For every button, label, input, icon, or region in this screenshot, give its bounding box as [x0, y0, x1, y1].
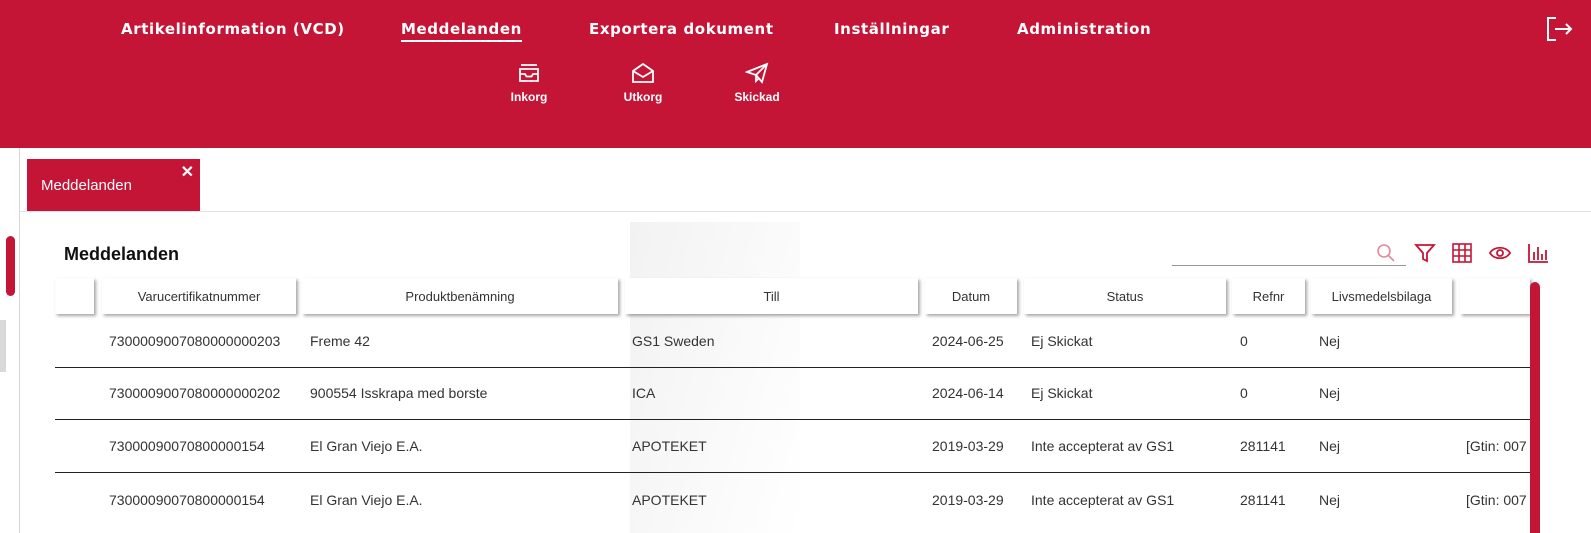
- logout-icon[interactable]: [1545, 15, 1573, 43]
- eye-icon[interactable]: [1489, 242, 1511, 264]
- subnav-utkorg-label: Utkorg: [623, 90, 663, 104]
- cell-livsmedelsbilaga: Nej: [1319, 385, 1341, 401]
- cell-varucertifikatnummer: 7300009007080000000202: [109, 385, 281, 401]
- subnav-skickad-label: Skickad: [734, 90, 780, 104]
- table-row[interactable]: 7300009007080000000203 Freme 42 GS1 Swed…: [55, 315, 1530, 368]
- tab-bar: Meddelanden ✕: [20, 148, 1591, 212]
- tab-label: Meddelanden: [41, 177, 132, 194]
- cell-till: ICA: [632, 385, 656, 401]
- cell-livsmedelsbilaga: Nej: [1319, 333, 1341, 349]
- grid-icon[interactable]: [1451, 242, 1473, 264]
- cell-extra: [Gtin: 007: [1466, 491, 1527, 508]
- nav-item-exportera-dokument[interactable]: Exportera dokument: [589, 20, 774, 38]
- bar-chart-icon[interactable]: [1527, 242, 1549, 264]
- cell-refnr: 0: [1240, 333, 1248, 349]
- column-header-produktbenamning[interactable]: Produktbenämning: [302, 278, 618, 314]
- cell-livsmedelsbilaga: Nej: [1319, 438, 1341, 454]
- cell-refnr: 281141: [1240, 438, 1286, 454]
- cell-status: Ej Skickat: [1031, 333, 1093, 349]
- column-header-select[interactable]: [55, 278, 94, 314]
- cell-varucertifikatnummer: 73000090070800000154: [109, 491, 265, 508]
- cell-livsmedelsbilaga: Nej: [1319, 491, 1341, 508]
- cell-produktbenamning: Freme 42: [310, 333, 370, 349]
- cell-till: APOTEKET: [632, 438, 707, 454]
- table-row[interactable]: 73000090070800000154 El Gran Viejo E.A. …: [55, 420, 1530, 473]
- cell-datum: 2024-06-14: [932, 385, 1004, 401]
- subnav-inkorg-label: Inkorg: [510, 90, 548, 104]
- nav-item-artikelinformation[interactable]: Artikelinformation (VCD): [121, 20, 345, 38]
- envelope-open-icon: [632, 62, 654, 83]
- filter-icon[interactable]: [1414, 242, 1436, 264]
- sidebar-toggle-handle[interactable]: [6, 236, 15, 296]
- column-header-livsmedelsbilaga[interactable]: Livsmedelsbilaga: [1311, 278, 1452, 314]
- column-header-varucertifikatnummer[interactable]: Varucertifikatnummer: [102, 278, 296, 314]
- cell-varucertifikatnummer: 73000090070800000154: [109, 438, 265, 454]
- cell-refnr: 0: [1240, 385, 1248, 401]
- cell-refnr: 281141: [1240, 491, 1286, 508]
- search-icon[interactable]: [1376, 243, 1396, 263]
- table-scrollbar[interactable]: [1530, 282, 1540, 533]
- cell-produktbenamning: 900554 Isskrapa med borste: [310, 385, 488, 401]
- column-header-status[interactable]: Status: [1024, 278, 1226, 314]
- subnav-inkorg[interactable]: Inkorg: [489, 62, 569, 104]
- table-row[interactable]: 7300009007080000000202 900554 Isskrapa m…: [55, 367, 1530, 420]
- column-header-extra[interactable]: [1460, 278, 1530, 314]
- cell-produktbenamning: El Gran Viejo E.A.: [310, 438, 423, 454]
- sidebar-grey-marker: [0, 320, 6, 372]
- cell-varucertifikatnummer: 7300009007080000000203: [109, 333, 281, 349]
- tab-meddelanden[interactable]: Meddelanden ✕: [27, 159, 200, 211]
- paper-plane-icon: [745, 62, 769, 84]
- nav-item-meddelanden[interactable]: Meddelanden: [401, 20, 522, 42]
- subnav-utkorg[interactable]: Utkorg: [603, 62, 683, 104]
- inbox-icon: [519, 64, 539, 82]
- column-header-refnr[interactable]: Refnr: [1232, 278, 1305, 314]
- nav-item-installningar[interactable]: Inställningar: [834, 20, 949, 38]
- subnav-skickad[interactable]: Skickad: [717, 62, 797, 104]
- column-header-till[interactable]: Till: [625, 278, 918, 314]
- cell-till: GS1 Sweden: [632, 333, 715, 349]
- cell-datum: 2019-03-29: [932, 491, 1004, 508]
- table-row[interactable]: 73000090070800000154 El Gran Viejo E.A. …: [55, 473, 1530, 526]
- cell-till: APOTEKET: [632, 491, 707, 508]
- cell-status: Inte accepterat av GS1: [1031, 491, 1175, 508]
- cell-status: Inte accepterat av GS1: [1031, 438, 1175, 454]
- cell-datum: 2019-03-29: [932, 438, 1004, 454]
- search-field: [1172, 240, 1406, 266]
- page-title: Meddelanden: [64, 244, 180, 264]
- column-header-datum[interactable]: Datum: [925, 278, 1017, 314]
- app-header: Artikelinformation (VCD) Meddelanden Exp…: [0, 0, 1591, 148]
- cell-produktbenamning: El Gran Viejo E.A.: [310, 491, 423, 508]
- cell-status: Ej Skickat: [1031, 385, 1093, 401]
- close-icon[interactable]: ✕: [181, 162, 194, 182]
- nav-item-administration[interactable]: Administration: [1017, 20, 1151, 38]
- cell-datum: 2024-06-25: [932, 333, 1004, 349]
- search-input[interactable]: [1172, 240, 1372, 264]
- cell-extra: [Gtin: 007: [1466, 438, 1527, 454]
